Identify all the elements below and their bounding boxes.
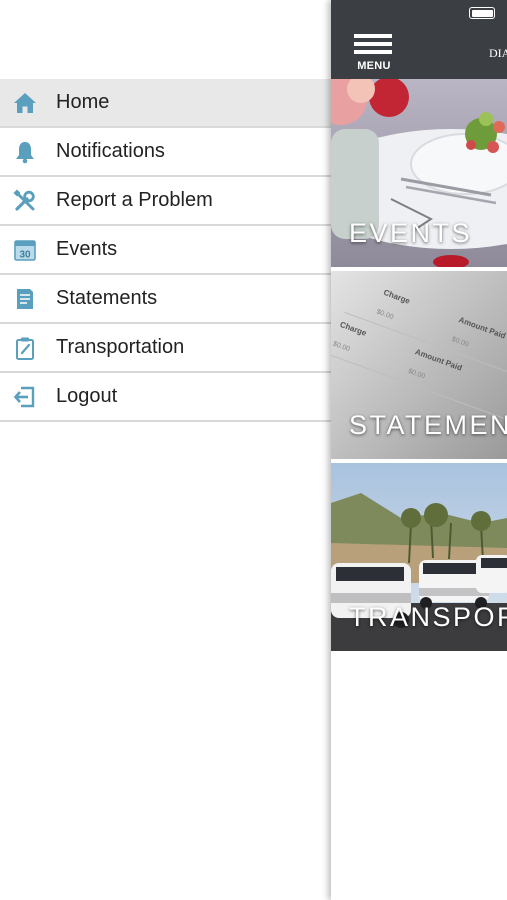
drawer-menu-list: Home Notifications Report a Problem 30 E… (0, 79, 331, 422)
calendar-day-text: 30 (19, 249, 31, 260)
statements-tile[interactable]: Charge Amount Paid $0.00 $0.00 Charge Am… (331, 271, 507, 459)
menu-button[interactable]: MENU (353, 34, 393, 74)
menu-item-report-a-problem[interactable]: Report a Problem (0, 177, 331, 226)
home-icon (13, 91, 37, 115)
document-icon (13, 287, 37, 311)
brand-title: DIA (489, 46, 507, 60)
top-app-bar: MENU DIA (331, 0, 507, 79)
menu-item-label: Notifications (56, 140, 165, 162)
transportation-tile[interactable]: TRANSPORTATION (331, 463, 507, 651)
menu-item-logout[interactable]: Logout (0, 373, 331, 422)
tools-icon (13, 188, 37, 213)
calendar-icon: 30 (13, 238, 37, 262)
menu-item-events[interactable]: 30 Events (0, 226, 331, 275)
menu-button-label: MENU (357, 60, 391, 72)
menu-item-label: Home (56, 91, 110, 113)
menu-item-label: Report a Problem (56, 189, 213, 211)
menu-item-label: Transportation (56, 336, 185, 358)
menu-item-transportation[interactable]: Transportation (0, 324, 331, 373)
bell-icon (13, 140, 37, 164)
logout-icon (13, 385, 37, 409)
menu-item-label: Events (56, 238, 118, 260)
transportation-tile-label: TRANSPORTATION (349, 602, 507, 632)
menu-item-notifications[interactable]: Notifications (0, 128, 331, 177)
battery-icon (469, 7, 495, 19)
events-tile-label: EVENTS (349, 218, 473, 248)
navigation-drawer: Home Notifications Report a Problem 30 E… (0, 0, 331, 900)
clipboard-icon (13, 336, 37, 360)
menu-item-statements[interactable]: Statements (0, 275, 331, 324)
main-content-panel[interactable]: MENU DIA EVENTS Charge Amount Paid $0.00… (331, 0, 507, 900)
menu-item-home[interactable]: Home (0, 79, 331, 128)
events-tile[interactable]: EVENTS (331, 79, 507, 267)
statements-tile-label: STATEMENTS (349, 410, 507, 440)
menu-item-label: Statements (56, 287, 158, 309)
menu-item-label: Logout (56, 385, 118, 407)
